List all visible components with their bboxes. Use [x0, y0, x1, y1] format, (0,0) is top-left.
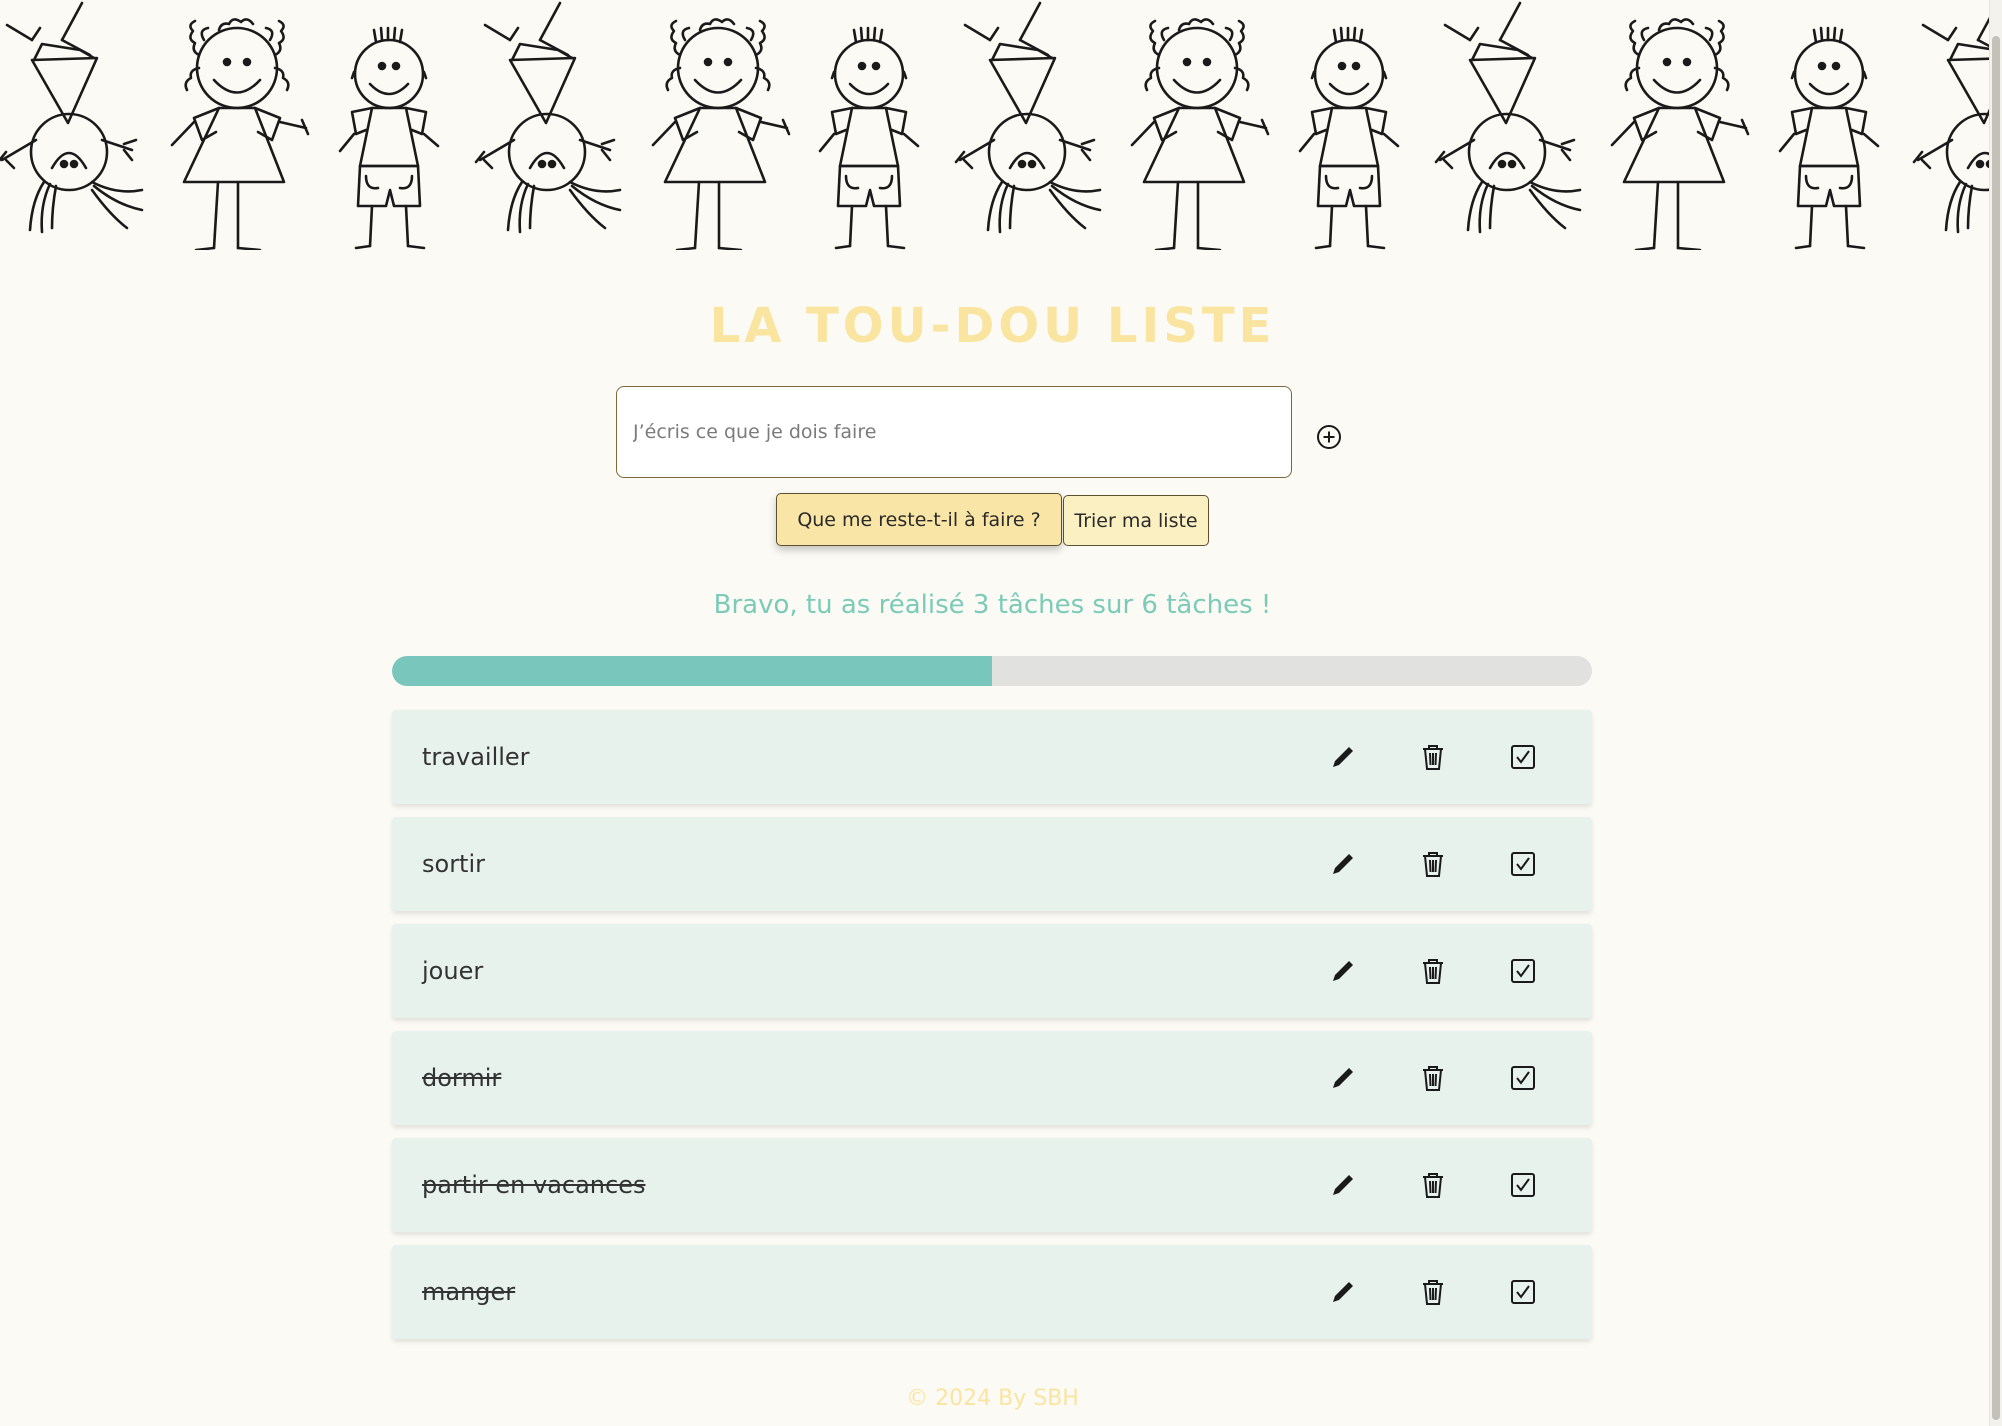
pencil-icon	[1333, 1282, 1353, 1302]
trash-icon	[1423, 745, 1443, 770]
complete-task-checkbox[interactable]	[1507, 1169, 1539, 1201]
task-row: dormir	[392, 1031, 1592, 1125]
pencil-icon	[1333, 747, 1353, 767]
page-scrollbar[interactable]	[1989, 0, 2002, 1426]
task-label: partir en vacances	[422, 1171, 646, 1199]
edit-task-button[interactable]	[1327, 1169, 1359, 1201]
edit-task-button[interactable]	[1327, 741, 1359, 773]
checkbox-icon	[1511, 1173, 1535, 1197]
show-remaining-button[interactable]: Que me reste-t-il à faire ?	[776, 493, 1062, 546]
task-label: travailler	[422, 743, 530, 771]
checkbox-icon	[1511, 1066, 1535, 1090]
trash-icon	[1423, 1280, 1443, 1305]
delete-task-button[interactable]	[1417, 1169, 1449, 1201]
complete-task-checkbox[interactable]	[1507, 1062, 1539, 1094]
pencil-icon	[1333, 854, 1353, 874]
pencil-icon	[1333, 961, 1353, 981]
task-label: dormir	[422, 1064, 502, 1092]
progress-bar-fill	[392, 656, 992, 686]
checkbox-icon	[1511, 745, 1535, 769]
edit-task-button[interactable]	[1327, 1276, 1359, 1308]
checkbox-icon	[1511, 852, 1535, 876]
task-row: jouer	[392, 924, 1592, 1018]
trash-icon	[1423, 852, 1443, 877]
task-label: jouer	[422, 957, 484, 985]
kids-banner	[0, 0, 1990, 250]
edit-task-button[interactable]	[1327, 848, 1359, 880]
task-row: partir en vacances	[392, 1138, 1592, 1232]
trash-icon	[1423, 1066, 1443, 1091]
complete-task-checkbox[interactable]	[1507, 955, 1539, 987]
task-row: sortir	[392, 817, 1592, 911]
trash-icon	[1423, 959, 1443, 984]
footer-copyright: © 2024 By SBH	[906, 1386, 1079, 1411]
checkbox-icon	[1511, 1280, 1535, 1304]
sort-list-button[interactable]: Trier ma liste	[1063, 495, 1209, 546]
complete-task-checkbox[interactable]	[1507, 741, 1539, 773]
checkbox-icon	[1511, 959, 1535, 983]
progress-bar	[392, 656, 1592, 686]
scrollbar-thumb[interactable]	[1992, 36, 2000, 1420]
page-title: LA TOU-DOU LISTE	[709, 298, 1276, 354]
task-row: travailler	[392, 710, 1592, 804]
pencil-icon	[1333, 1175, 1353, 1195]
plus-circle-icon	[1317, 425, 1341, 449]
delete-task-button[interactable]	[1417, 1062, 1449, 1094]
delete-task-button[interactable]	[1417, 955, 1449, 987]
edit-task-button[interactable]	[1327, 1062, 1359, 1094]
complete-task-checkbox[interactable]	[1507, 848, 1539, 880]
task-row: manger	[392, 1245, 1592, 1339]
delete-task-button[interactable]	[1417, 1276, 1449, 1308]
complete-task-checkbox[interactable]	[1507, 1276, 1539, 1308]
task-label: manger	[422, 1278, 516, 1306]
task-label: sortir	[422, 850, 485, 878]
pencil-icon	[1333, 1068, 1353, 1088]
task-list: travailler sortir jouer dormir partir en…	[392, 710, 1592, 1352]
edit-task-button[interactable]	[1327, 955, 1359, 987]
add-task-button[interactable]	[1316, 424, 1342, 450]
delete-task-button[interactable]	[1417, 848, 1449, 880]
new-task-input[interactable]	[616, 386, 1292, 478]
delete-task-button[interactable]	[1417, 741, 1449, 773]
trash-icon	[1423, 1173, 1443, 1198]
progress-message: Bravo, tu as réalisé 3 tâches sur 6 tâch…	[713, 590, 1272, 620]
page: LA TOU-DOU LISTE Que me reste-t-il à fai…	[0, 0, 2002, 1426]
